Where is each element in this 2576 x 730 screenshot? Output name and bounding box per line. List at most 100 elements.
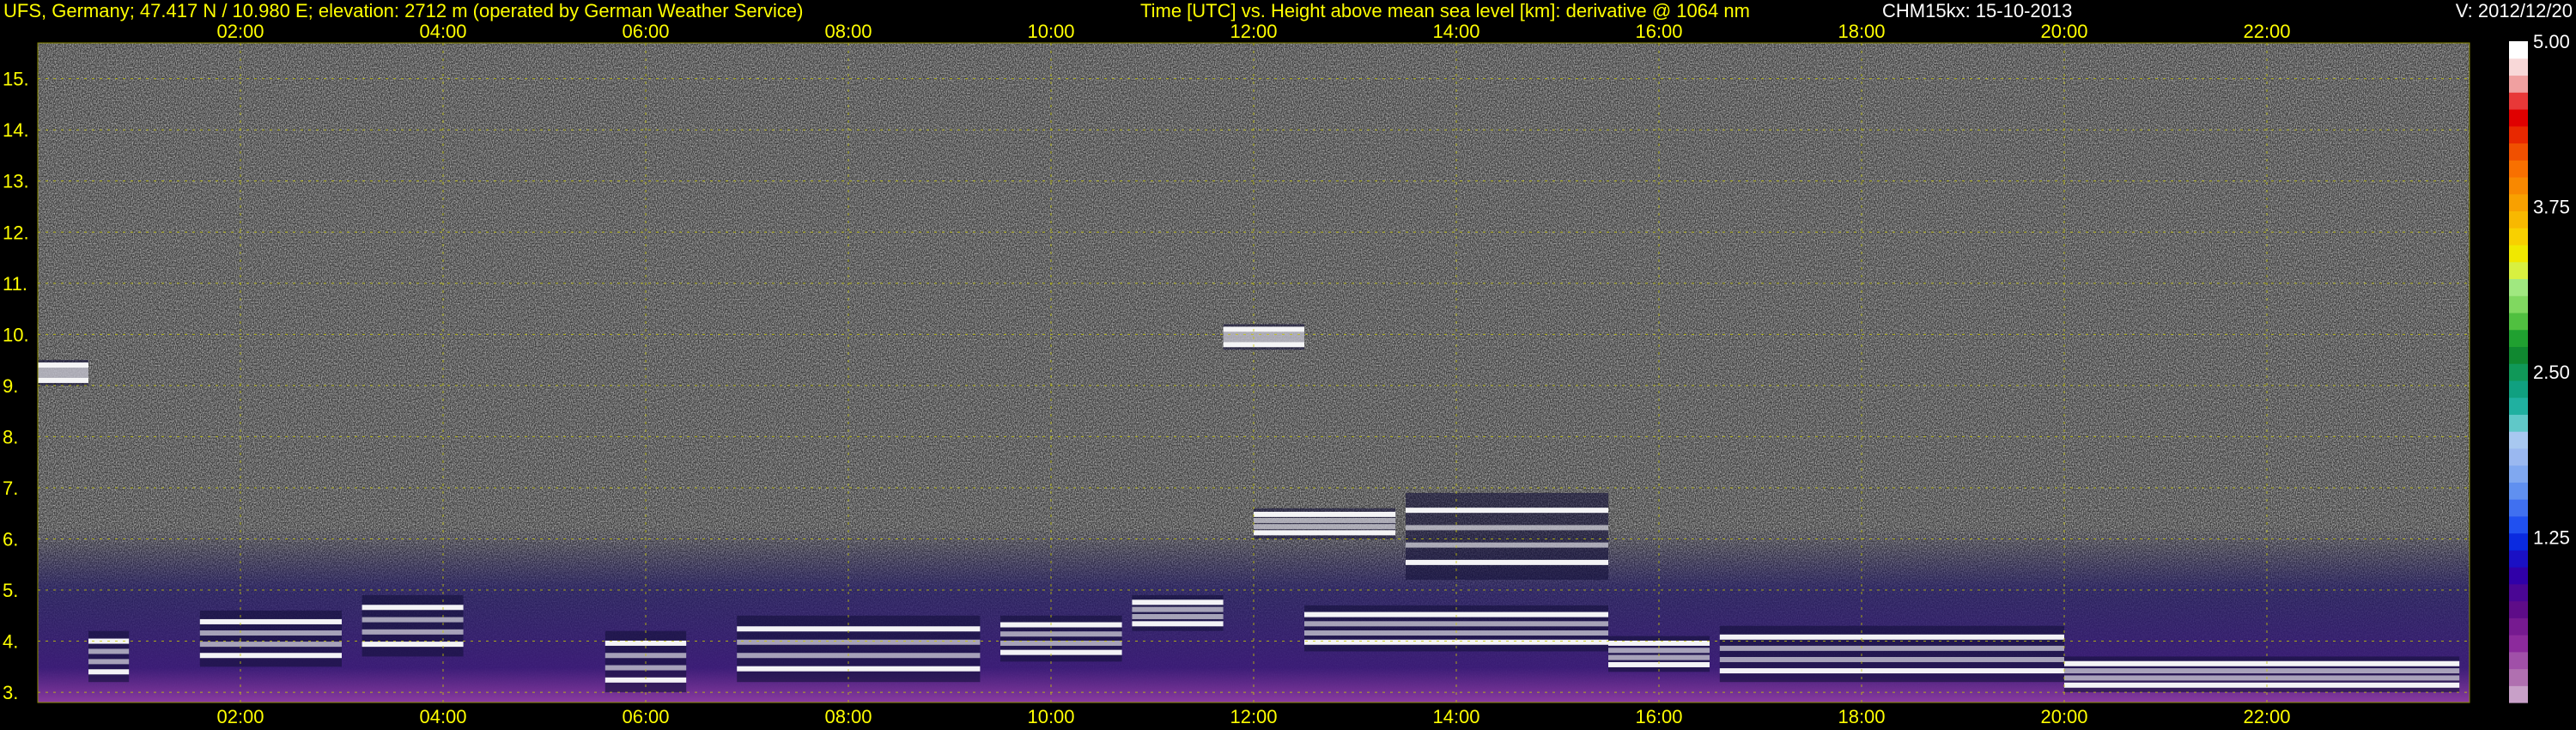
x-tick-label-bottom: 18:00 (1838, 706, 1885, 727)
y-tick-label: 4. (3, 631, 18, 653)
cloud-layer-band (199, 653, 342, 659)
cloud-layer (361, 594, 464, 657)
cloud-layer-band (605, 640, 687, 646)
cloud-layer-band (361, 617, 464, 623)
colorbar-segment (2509, 41, 2528, 59)
colorbar-segment (2509, 193, 2528, 212)
y-tick-label: 3. (3, 682, 18, 703)
colorbar-segment (2509, 431, 2528, 449)
colorbar-segment (2509, 447, 2528, 466)
cloud-layer-band (1132, 599, 1224, 605)
colorbar-segment (2509, 414, 2528, 432)
x-tick-label-top: 02:00 (216, 21, 264, 42)
x-tick-label-bottom: 14:00 (1432, 706, 1479, 727)
colorbar-segment (2509, 125, 2528, 144)
colorbar-segment (2509, 363, 2528, 381)
cloud-layer-band (88, 648, 130, 654)
cloud-layer-band (737, 639, 981, 645)
x-tick-label-top: 08:00 (824, 21, 872, 42)
cloud-layer-band (1719, 634, 2064, 640)
x-tick-label-top: 04:00 (419, 21, 466, 42)
cloud-layer-band (38, 372, 88, 378)
cloud-layer-band (737, 653, 981, 659)
colorbar-segment (2509, 228, 2528, 246)
x-tick-label-bottom: 04:00 (419, 706, 466, 727)
cloud-layer-band (1000, 631, 1122, 637)
colorbar-label: 5.00 (2533, 31, 2570, 52)
colorbar-segment (2509, 482, 2528, 500)
cloud-layer-band (1719, 645, 2064, 651)
colorbar-segment (2509, 143, 2528, 161)
x-tick-labels-bottom: 02:00 04:00 06:00 08:00 10:00 12:00 14:00 16:00… (216, 706, 2290, 727)
colorbar-segment (2509, 346, 2528, 364)
x-tick-label-top: 18:00 (1838, 21, 1885, 42)
cloud-layer-band (1719, 656, 2064, 662)
cloud-layer-band (1406, 559, 1608, 565)
colorbar-segment (2509, 108, 2528, 127)
x-tick-label-top: 10:00 (1027, 21, 1074, 42)
x-tick-label-bottom: 06:00 (622, 706, 669, 727)
cloud-layer-band (1000, 622, 1122, 628)
cloud-layer-band (1254, 524, 1396, 530)
y-tick-label: 5. (3, 580, 18, 601)
colorbar-segment (2509, 261, 2528, 280)
colorbar-segment (2509, 550, 2528, 568)
cloud-layer-band (1132, 613, 1224, 619)
cloud-layer-band (1254, 530, 1396, 536)
x-tick-label-top: 06:00 (622, 21, 669, 42)
colorbar-segment (2509, 600, 2528, 618)
colorbar-segment (2509, 312, 2528, 331)
y-tick-label: 6. (3, 528, 18, 550)
colorbar-label: 1.25 (2533, 527, 2570, 549)
cloud-layer-band (1132, 621, 1224, 627)
x-tick-label-bottom: 16:00 (1635, 706, 1682, 727)
colorbar-segment (2509, 465, 2528, 483)
colorbar-segment (2509, 499, 2528, 517)
colorbar-label: 2.50 (2533, 362, 2570, 383)
colorbar-segment (2509, 295, 2528, 313)
x-tick-label-top: 16:00 (1635, 21, 1682, 42)
cloud-layer (737, 615, 981, 683)
cloud-layer-band (737, 626, 981, 632)
colorbar-segment (2509, 685, 2528, 703)
cloud-layer-band (38, 377, 88, 383)
cloud-layer-band (737, 666, 981, 672)
y-tick-label: 9. (3, 375, 18, 397)
cloud-layer-band (1000, 640, 1122, 646)
cloud-layer (199, 610, 342, 667)
colorbar-segment (2509, 515, 2528, 534)
cloud-layer-band (1000, 649, 1122, 655)
cloud-layer-band (199, 618, 342, 624)
colorbar-segment (2509, 329, 2528, 347)
colorbar-segment (2509, 278, 2528, 296)
x-tick-label-top: 14:00 (1432, 21, 1479, 42)
x-tick-label-top: 20:00 (2040, 21, 2087, 42)
cloud-layer-band (199, 642, 342, 648)
cloud-layer-band (1608, 648, 1710, 654)
colorbar-segment (2509, 92, 2528, 110)
cloud-layer-band (2064, 682, 2460, 688)
cloud-layer-band (1406, 508, 1608, 514)
colorbar-segment (2509, 532, 2528, 551)
cloud-layer-band (2064, 660, 2460, 666)
cloud-layer-band (199, 630, 342, 636)
colorbar-segment (2509, 583, 2528, 602)
y-tick-label: 10. (3, 324, 29, 345)
x-tick-label-bottom: 20:00 (2040, 706, 2087, 727)
cloud-layer-band (1223, 342, 1304, 348)
x-tick-label-bottom: 02:00 (216, 706, 264, 727)
cloud-layer-band (361, 605, 464, 611)
cloud-layer-band (1223, 326, 1304, 332)
y-tick-label: 11. (3, 273, 27, 295)
cloud-layer-band (2064, 675, 2460, 681)
cloud-layer-band (1254, 511, 1396, 517)
y-tick-label: 8. (3, 426, 18, 447)
x-tick-label-bottom: 10:00 (1027, 706, 1074, 727)
colorbar-segment (2509, 244, 2528, 263)
x-tick-label-bottom: 12:00 (1230, 706, 1277, 727)
colorbar-segment (2509, 635, 2528, 653)
colorbar-segment (2509, 567, 2528, 585)
ceilometer-chart: 02:00 04:00 06:00 08:00 10:00 12:00 14:00 16:00… (3, 21, 2570, 727)
colorbar-segment (2509, 176, 2528, 195)
y-tick-label: 12. (3, 222, 29, 243)
